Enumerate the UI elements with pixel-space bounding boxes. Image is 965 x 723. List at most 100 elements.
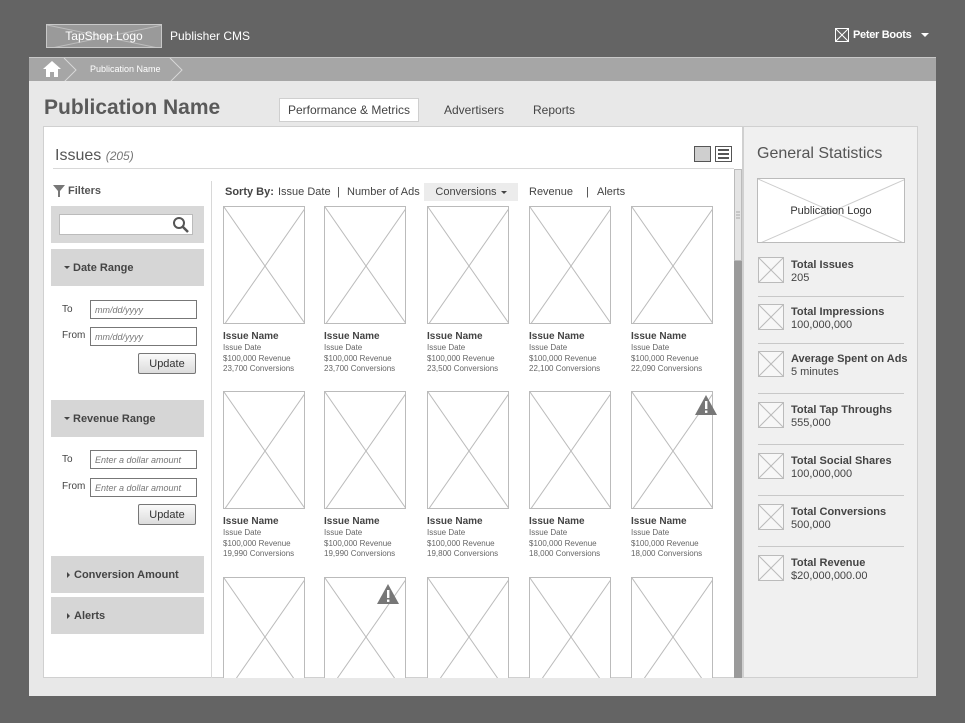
issue-date: Issue Date	[427, 528, 466, 537]
issue-date: Issue Date	[631, 343, 670, 352]
issue-revenue: $100,000 Revenue	[324, 538, 392, 548]
issue-name[interactable]: Issue Name	[631, 331, 687, 342]
issue-conversions: 22,100 Conversions	[529, 364, 601, 373]
sort-conversions[interactable]: Conversions	[424, 183, 518, 201]
user-avatar-icon	[835, 28, 849, 42]
issue-revenue: $100,000 Revenue	[631, 538, 699, 548]
issue-conversions: 23,700 Conversions	[223, 364, 295, 373]
issue-revenue: $100,000 Revenue	[529, 353, 597, 363]
stat-label: Average Spent on Ads	[791, 353, 908, 365]
breadcrumb-current[interactable]: Publication Name	[90, 64, 161, 74]
alert-icon[interactable]	[694, 394, 718, 416]
conversion-amount-header[interactable]: Conversion Amount	[51, 556, 204, 593]
issue-name[interactable]: Issue Name	[427, 516, 483, 527]
publication-logo: Publication Logo	[757, 178, 905, 243]
chevron-down-icon	[64, 417, 70, 420]
stat-divider	[758, 343, 904, 344]
stat-value: 500,000	[791, 519, 831, 531]
revenue-from-label: From	[62, 481, 86, 492]
issue-thumbnail[interactable]	[223, 206, 305, 324]
issue-date: Issue Date	[631, 528, 670, 537]
revenue-range-header[interactable]: Revenue Range	[51, 400, 204, 437]
sort-issue-date[interactable]: Issue Date	[278, 186, 331, 198]
issue-name[interactable]: Issue Name	[529, 516, 585, 527]
stat-label: Total Revenue	[791, 557, 866, 569]
search-input[interactable]	[59, 214, 193, 235]
stat-value: 100,000,000	[791, 319, 853, 331]
issue-thumbnail[interactable]	[631, 577, 713, 678]
issue-name[interactable]: Issue Name	[427, 331, 483, 342]
tab-performance-metrics[interactable]: Performance & Metrics	[279, 98, 420, 122]
date-update-button[interactable]: Update	[138, 353, 196, 374]
issue-thumbnail[interactable]	[529, 577, 611, 678]
list-view-icon[interactable]	[715, 146, 732, 162]
stat-label: Total Issues	[791, 259, 854, 271]
issue-thumbnail[interactable]	[427, 391, 509, 509]
issue-thumbnail[interactable]	[223, 577, 305, 678]
chevron-right-icon	[67, 571, 70, 578]
issue-thumbnail[interactable]	[223, 391, 305, 509]
alert-icon[interactable]	[376, 583, 400, 605]
user-name: Peter Boots	[853, 29, 912, 41]
issue-name[interactable]: Issue Name	[223, 331, 279, 342]
issue-thumbnail[interactable]	[427, 206, 509, 324]
stat-label: Total Social Shares	[791, 455, 892, 467]
issue-conversions: 23,500 Conversions	[427, 364, 499, 373]
sort-revenue[interactable]: Revenue	[529, 186, 573, 198]
home-icon[interactable]	[43, 61, 61, 77]
user-menu[interactable]: Peter Boots	[835, 28, 930, 42]
issue-conversions: 19,800 Conversions	[427, 549, 499, 558]
date-to-input[interactable]: mm/dd/yyyy	[90, 300, 197, 319]
stat-label: Total Conversions	[791, 506, 887, 518]
tapshop-logo[interactable]: TapShop Logo	[46, 24, 162, 48]
issue-revenue: $100,000 Revenue	[324, 353, 392, 363]
stat-placeholder-icon	[758, 453, 784, 479]
revenue-update-button[interactable]: Update	[138, 504, 196, 525]
date-to-label: To	[62, 304, 73, 315]
issue-thumbnail[interactable]	[324, 391, 406, 509]
alerts-header[interactable]: Alerts	[51, 597, 204, 634]
issue-name[interactable]: Issue Name	[631, 516, 687, 527]
issue-name[interactable]: Issue Name	[529, 331, 585, 342]
issue-date: Issue Date	[529, 343, 568, 352]
tab-advertisers[interactable]: Advertisers	[436, 98, 512, 122]
issue-date: Issue Date	[529, 528, 568, 537]
scrollbar-thumb[interactable]	[734, 169, 742, 261]
issue-thumbnail[interactable]	[324, 206, 406, 324]
search-icon[interactable]	[172, 216, 190, 234]
stat-divider	[758, 444, 904, 445]
stat-value: 100,000,000	[791, 468, 853, 480]
sort-label: Sorty By:	[225, 186, 274, 198]
sort-number-of-ads[interactable]: Number of Ads	[347, 186, 420, 198]
issue-thumbnail[interactable]	[631, 206, 713, 324]
stat-placeholder-icon	[758, 555, 784, 581]
grid-view-icon[interactable]	[694, 146, 711, 162]
stat-divider	[758, 393, 904, 394]
tab-reports[interactable]: Reports	[525, 98, 583, 122]
issue-conversions: 19,990 Conversions	[223, 549, 295, 558]
stat-value: 205	[791, 272, 810, 284]
stat-placeholder-icon	[758, 351, 784, 377]
stat-divider	[758, 296, 904, 297]
issue-conversions: 18,000 Conversions	[529, 549, 601, 558]
stat-placeholder-icon	[758, 504, 784, 530]
revenue-to-input[interactable]: Enter a dollar amount	[90, 450, 197, 469]
issue-name[interactable]: Issue Name	[324, 516, 380, 527]
stat-divider	[758, 495, 904, 496]
revenue-from-input[interactable]: Enter a dollar amount	[90, 478, 197, 497]
stat-value: 555,000	[791, 417, 831, 429]
sort-separator: |	[586, 186, 589, 198]
sort-alerts[interactable]: Alerts	[597, 186, 625, 198]
issue-revenue: $100,000 Revenue	[223, 353, 291, 363]
issue-revenue: $100,000 Revenue	[427, 538, 495, 548]
date-from-input[interactable]: mm/dd/yyyy	[90, 327, 197, 346]
date-range-header[interactable]: Date Range	[51, 249, 204, 286]
revenue-to-label: To	[62, 454, 73, 465]
issue-name[interactable]: Issue Name	[324, 331, 380, 342]
issue-thumbnail[interactable]	[529, 206, 611, 324]
issue-thumbnail[interactable]	[427, 577, 509, 678]
issue-name[interactable]: Issue Name	[223, 516, 279, 527]
issue-thumbnail[interactable]	[529, 391, 611, 509]
issues-title: Issues (205)	[55, 147, 134, 164]
filter-divider	[211, 181, 212, 678]
